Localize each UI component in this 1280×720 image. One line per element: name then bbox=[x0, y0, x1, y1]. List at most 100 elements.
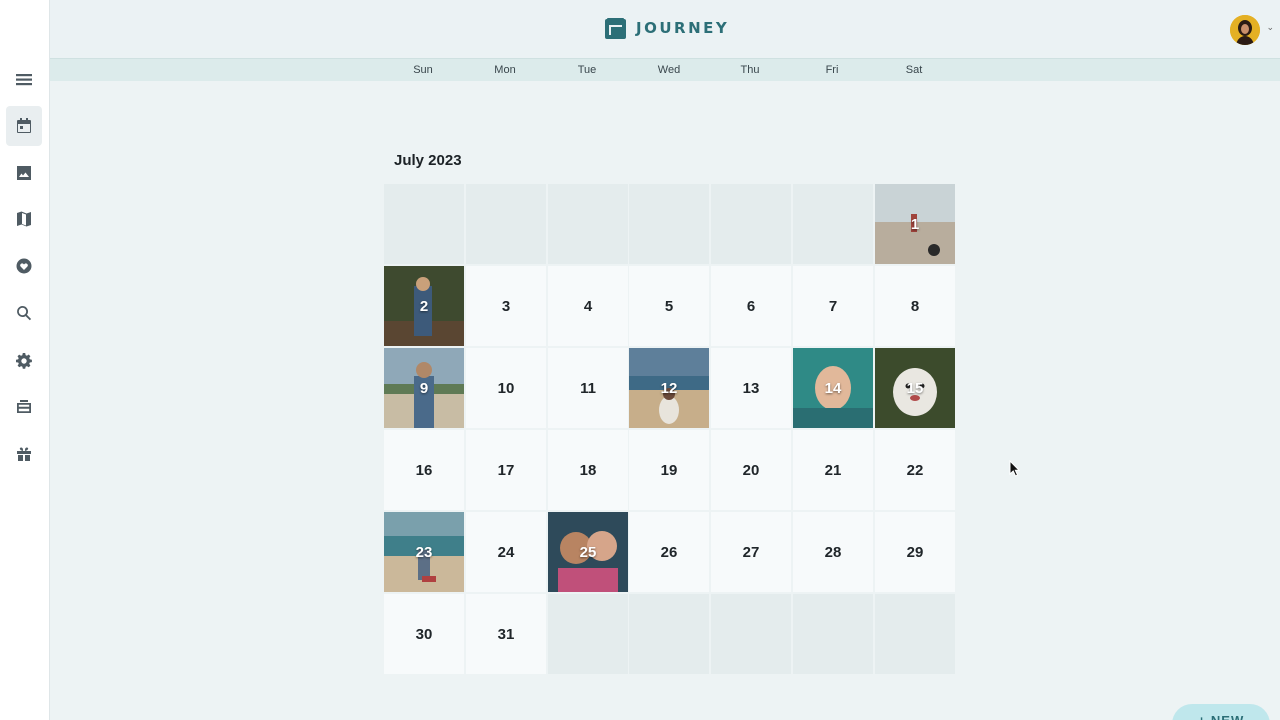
day-cell[interactable]: 5 bbox=[629, 266, 709, 346]
day-cell[interactable]: 19 bbox=[629, 430, 709, 510]
day-number: 31 bbox=[497, 625, 515, 643]
day-cell[interactable]: 10 bbox=[466, 348, 546, 428]
day-cell[interactable]: 31 bbox=[466, 594, 546, 674]
day-number: 3 bbox=[501, 297, 511, 315]
day-cell[interactable]: 6 bbox=[711, 266, 791, 346]
empty-day-cell bbox=[384, 184, 464, 264]
sidebar-item-photos[interactable] bbox=[6, 153, 42, 193]
sidebar-item-calendar[interactable] bbox=[6, 106, 42, 146]
sidebar-item-search[interactable] bbox=[6, 293, 42, 333]
calendar-icon bbox=[17, 118, 31, 133]
day-cell[interactable]: 30 bbox=[384, 594, 464, 674]
day-number: 4 bbox=[583, 297, 593, 315]
weekday-label: Sun bbox=[413, 64, 433, 76]
day-number: 20 bbox=[742, 461, 760, 479]
journey-logo-icon bbox=[605, 17, 626, 39]
day-cell[interactable]: 17 bbox=[466, 430, 546, 510]
weekday-label: Sat bbox=[905, 64, 923, 76]
sidebar-item-settings[interactable] bbox=[6, 341, 42, 381]
day-cell[interactable]: 18 bbox=[548, 430, 628, 510]
day-cell[interactable]: 11 bbox=[548, 348, 628, 428]
day-cell-photo[interactable]: 2 bbox=[384, 266, 464, 346]
empty-day-cell bbox=[548, 184, 628, 264]
weekday-label: Tue bbox=[577, 64, 597, 76]
empty-day-cell bbox=[629, 184, 709, 264]
day-cell[interactable]: 29 bbox=[875, 512, 955, 592]
day-number: 26 bbox=[660, 543, 678, 561]
day-cell[interactable]: 20 bbox=[711, 430, 791, 510]
day-cell[interactable]: 22 bbox=[875, 430, 955, 510]
search-icon bbox=[17, 306, 32, 321]
day-number: 22 bbox=[906, 461, 924, 479]
day-cell[interactable]: 7 bbox=[793, 266, 873, 346]
card-icon bbox=[17, 400, 31, 413]
day-number: 2 bbox=[419, 297, 429, 315]
empty-day-cell bbox=[711, 594, 791, 674]
sidebar-item-gift[interactable] bbox=[6, 434, 42, 474]
avatar[interactable] bbox=[1230, 15, 1260, 45]
map-icon bbox=[17, 211, 31, 227]
day-cell-photo[interactable]: 12 bbox=[629, 348, 709, 428]
day-cell-photo[interactable]: 14 bbox=[793, 348, 873, 428]
empty-day-cell bbox=[711, 184, 791, 264]
sidebar bbox=[0, 0, 50, 720]
gift-icon bbox=[17, 447, 31, 461]
new-entry-button[interactable]: + NEW bbox=[1172, 704, 1270, 720]
empty-day-cell bbox=[875, 594, 955, 674]
user-avatar-icon bbox=[1230, 15, 1260, 45]
gear-icon bbox=[16, 353, 32, 369]
top-header: JOURNEY ⌄ bbox=[50, 0, 1280, 58]
day-number: 28 bbox=[824, 543, 842, 561]
day-number: 24 bbox=[497, 543, 515, 561]
empty-day-cell bbox=[793, 594, 873, 674]
day-cell[interactable]: 16 bbox=[384, 430, 464, 510]
sidebar-item-map[interactable] bbox=[6, 199, 42, 239]
day-cell[interactable]: 13 bbox=[711, 348, 791, 428]
day-number: 9 bbox=[419, 379, 429, 397]
day-cell[interactable]: 26 bbox=[629, 512, 709, 592]
day-number: 25 bbox=[579, 543, 597, 561]
sidebar-item-favorites[interactable] bbox=[6, 246, 42, 286]
day-number: 18 bbox=[579, 461, 597, 479]
day-cell[interactable]: 28 bbox=[793, 512, 873, 592]
day-number: 14 bbox=[824, 379, 842, 397]
empty-day-cell bbox=[793, 184, 873, 264]
calendar-grid: 1 2 3 4 5 6 7 8 9 10 11 12 13 14 15 16 1… bbox=[384, 184, 955, 674]
account-caret-icon[interactable]: ⌄ bbox=[1266, 23, 1274, 33]
day-number: 29 bbox=[906, 543, 924, 561]
day-number: 19 bbox=[660, 461, 678, 479]
day-number: 15 bbox=[906, 379, 924, 397]
day-cell-photo[interactable]: 23 bbox=[384, 512, 464, 592]
sidebar-item-membership[interactable] bbox=[6, 387, 42, 427]
day-cell[interactable]: 8 bbox=[875, 266, 955, 346]
day-number: 30 bbox=[415, 625, 433, 643]
day-cell[interactable]: 4 bbox=[548, 266, 628, 346]
day-number: 16 bbox=[415, 461, 433, 479]
day-cell[interactable]: 21 bbox=[793, 430, 873, 510]
mouse-cursor-icon bbox=[1009, 460, 1021, 477]
day-cell-photo[interactable]: 9 bbox=[384, 348, 464, 428]
day-number: 6 bbox=[746, 297, 756, 315]
day-cell-photo[interactable]: 25 bbox=[548, 512, 628, 592]
image-icon bbox=[17, 166, 31, 180]
empty-day-cell bbox=[548, 594, 628, 674]
weekday-label: Fri bbox=[825, 64, 839, 76]
weekday-bar: Sun Mon Tue Wed Thu Fri Sat bbox=[50, 58, 1280, 81]
list-icon bbox=[16, 74, 32, 86]
sidebar-item-menu[interactable] bbox=[6, 60, 42, 100]
day-number: 10 bbox=[497, 379, 515, 397]
day-number: 8 bbox=[910, 297, 920, 315]
day-cell[interactable]: 3 bbox=[466, 266, 546, 346]
day-number: 23 bbox=[415, 543, 433, 561]
app-name: JOURNEY bbox=[636, 19, 730, 37]
day-cell[interactable]: 27 bbox=[711, 512, 791, 592]
day-cell-photo[interactable]: 15 bbox=[875, 348, 955, 428]
day-number: 27 bbox=[742, 543, 760, 561]
day-number: 12 bbox=[660, 379, 678, 397]
day-number: 11 bbox=[580, 379, 596, 397]
day-cell-photo[interactable]: 1 bbox=[875, 184, 955, 264]
app-logo[interactable]: JOURNEY bbox=[605, 16, 729, 40]
weekday-label: Mon bbox=[494, 64, 516, 76]
day-cell[interactable]: 24 bbox=[466, 512, 546, 592]
month-title: July 2023 bbox=[394, 152, 462, 169]
